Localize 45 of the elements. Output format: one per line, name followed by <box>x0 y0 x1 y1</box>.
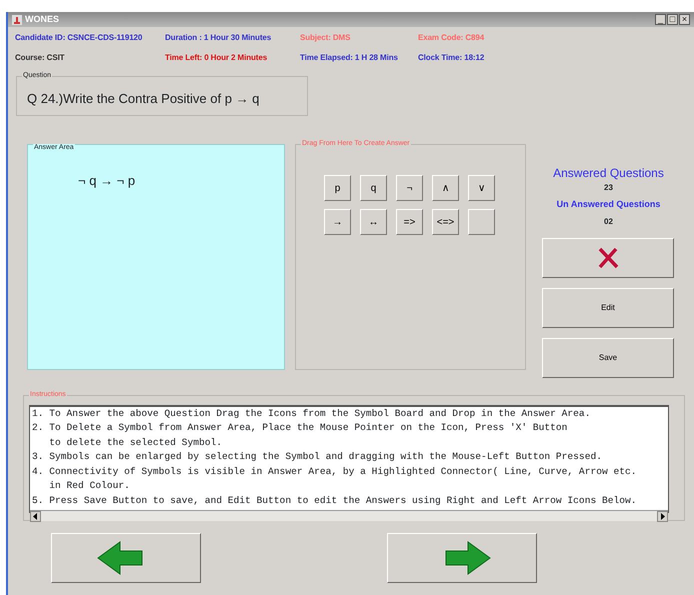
close-icon <box>597 246 619 268</box>
symbol-button[interactable]: ∧ <box>432 175 459 201</box>
symbol-button[interactable]: → <box>324 209 351 235</box>
header-info: Subject: DMS <box>300 32 352 44</box>
header-info: Exam Code: C894 <box>418 32 486 44</box>
app-icon <box>12 14 22 24</box>
unanswered-count: 02 <box>603 216 614 228</box>
question-text: Q 24.)Write the Contra Positive of p → q <box>27 91 260 106</box>
window-title: WONES <box>25 12 60 26</box>
instruction-line: 4. Connectivity of Symbols is visible in Answer Area, by a Highlighted Connector( Line, Curve, Arrow etc. <box>31 464 638 478</box>
window-control-button[interactable]: □ <box>667 14 678 25</box>
next-arrow-button[interactable] <box>387 532 537 582</box>
symbol-button[interactable]: ¬ <box>396 175 423 201</box>
blank-symbol-button[interactable] <box>468 209 495 235</box>
previous-arrow-button[interactable] <box>51 532 201 582</box>
instruction-line: 3. Symbols can be enlarged by selecting the Symbol and dragging with the Mouse-Left Button Pressed. <box>31 450 603 464</box>
delete-button[interactable] <box>542 238 674 278</box>
window-control-button[interactable]: _ <box>655 14 666 25</box>
symbol-button[interactable]: q <box>360 175 387 201</box>
header-info: Candidate ID: CSNCE-CDS-119120 <box>15 32 144 44</box>
instruction-line: 5. Press Save Button to save, and Edit Button to edit the Answers using Right and Left Arrow Icons Below. <box>31 494 638 508</box>
action-button[interactable]: Edit <box>542 288 674 328</box>
header-info: Time Elapsed: 1 H 28 Mins <box>300 52 399 64</box>
instruction-line: in Red Colour. <box>48 479 131 493</box>
header-info: Clock Time: 18:12 <box>418 52 486 64</box>
answer-expression[interactable]: ¬ q → ¬ p <box>78 171 136 190</box>
instruction-line: 1. To Answer the above Question Drag the Icons from the Symbol Board and Drop in the Answer Area. <box>31 406 592 420</box>
window-control-button[interactable]: × <box>679 14 690 25</box>
horizontal-scrollbar[interactable] <box>30 510 668 521</box>
action-button[interactable]: Save <box>542 338 674 378</box>
answered-label: Answered Questions <box>552 165 665 182</box>
scroll-left-icon[interactable] <box>30 511 41 522</box>
instruction-line: to delete the selected Symbol. <box>48 436 223 450</box>
symbol-button[interactable]: <=> <box>432 209 459 235</box>
header-info: Duration : 1 Hour 30 Minutes <box>165 32 272 44</box>
answered-count: 23 <box>603 182 614 194</box>
header-info: Time Left: 0 Hour 2 Minutes <box>165 52 268 64</box>
symbol-button[interactable]: ∨ <box>468 175 495 201</box>
header-info: Course: CSIT <box>15 52 66 64</box>
symbol-button[interactable]: => <box>396 209 423 235</box>
instruction-line: 2. To Delete a Symbol from Answer Area, Place the Mouse Pointer on the Icon, Press 'X' Button <box>31 421 568 435</box>
scroll-right-icon[interactable] <box>657 511 668 522</box>
symbol-button[interactable]: p <box>324 175 351 201</box>
unanswered-label: Un Answered Questions <box>556 198 662 211</box>
symbol-button[interactable]: ↔ <box>360 209 387 235</box>
